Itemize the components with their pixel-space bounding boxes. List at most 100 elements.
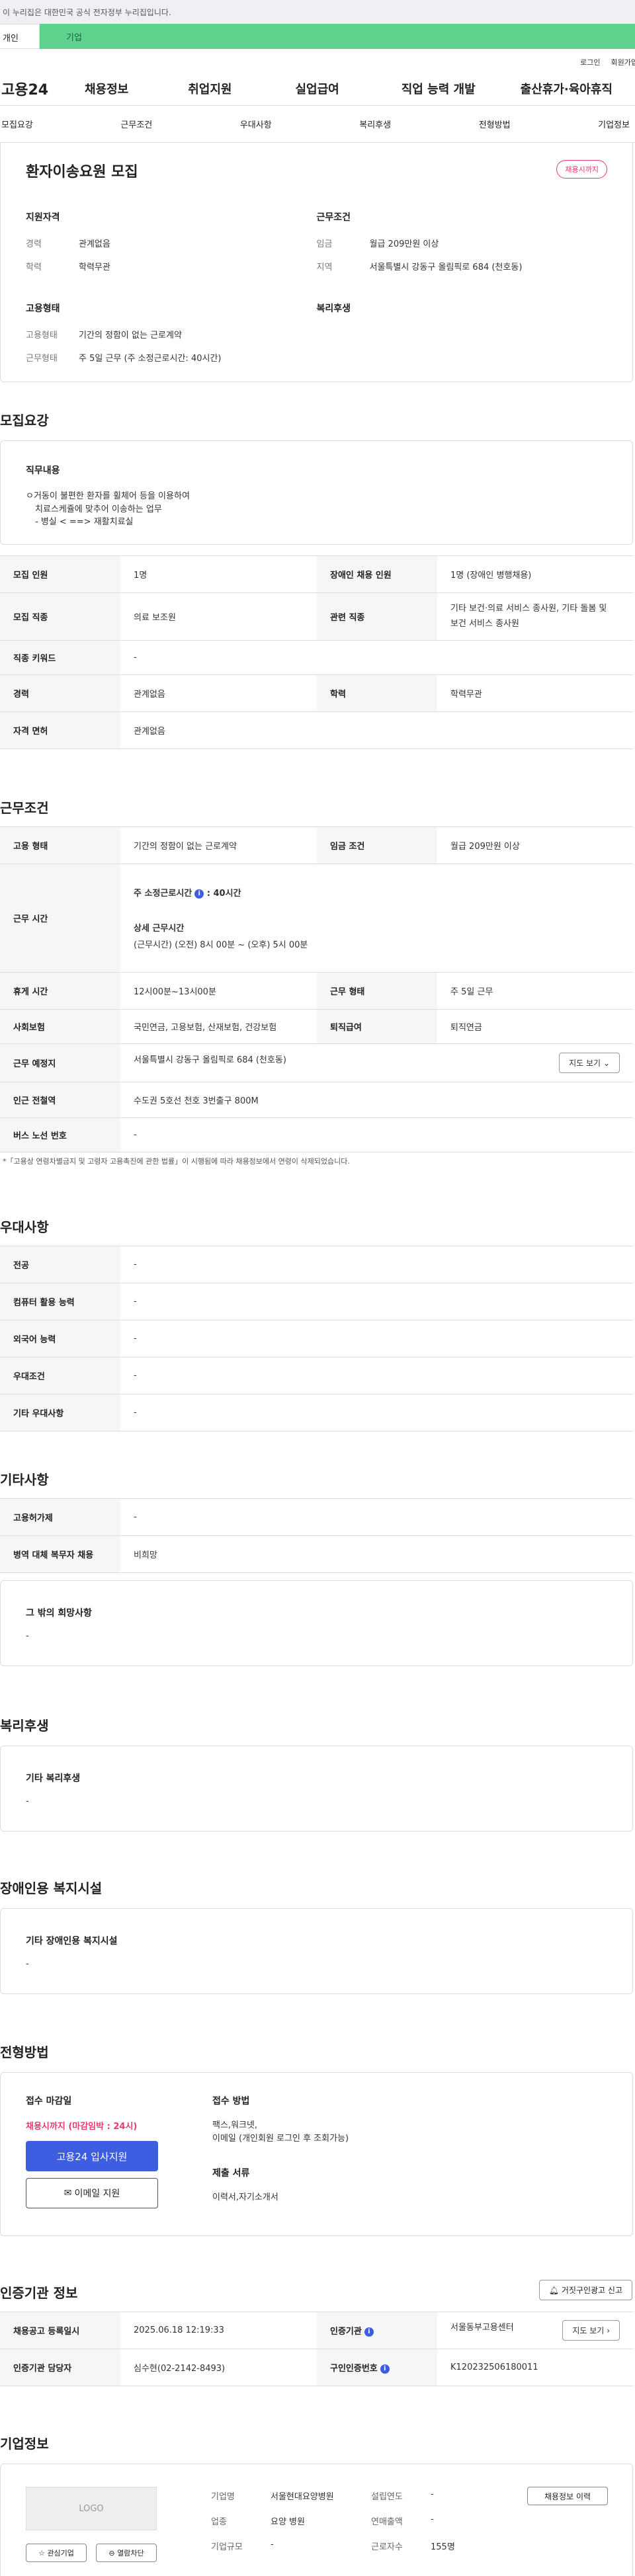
report-button[interactable]: 🔔︎ 거짓구인광고 신고 bbox=[538, 2280, 632, 2300]
severance-value: 퇴직연금 bbox=[437, 1009, 633, 1044]
job-title: 환자이송요원 모집 bbox=[26, 164, 138, 181]
docs-value: 이력서,자기소개서 bbox=[212, 2193, 278, 2202]
welfare-box-value: - bbox=[26, 1796, 29, 1806]
agency-label: 인증기관 i bbox=[317, 2312, 437, 2349]
subnav-work[interactable]: 근무조건 bbox=[120, 118, 152, 130]
career-label: 경력 bbox=[26, 239, 42, 249]
apply-button[interactable]: 고용24 입사지원 bbox=[26, 2141, 158, 2171]
chevron-right-icon: › bbox=[607, 2326, 610, 2335]
duty-line-1: ㅇ거동이 불편한 환자를 휠체어 등을 이용하여 bbox=[26, 491, 190, 501]
agency-map-button[interactable]: 지도 보기 › bbox=[562, 2320, 620, 2341]
permit-value: - bbox=[120, 1498, 633, 1536]
wish-value: - bbox=[26, 1631, 29, 1641]
wish-box: 그 밖의 희망사항 - bbox=[0, 1580, 633, 1666]
conditions-heading: 근무조건 bbox=[316, 212, 351, 223]
manager-label: 인증기관 담당자 bbox=[0, 2349, 120, 2386]
related-label: 관련 직종 bbox=[317, 592, 437, 641]
gnb-menu-employment-support[interactable]: 취업지원 bbox=[188, 80, 232, 97]
education-label: 학력 bbox=[26, 262, 42, 272]
military-label: 병역 대체 복무자 채용 bbox=[0, 1535, 120, 1573]
age-notice: *「고용상 연령차별금지 및 고령자 고용촉진에 관한 법률」이 시행됨에 따라… bbox=[3, 1157, 350, 1166]
area-label: 지역 bbox=[316, 262, 333, 272]
recruit-section-title: 모집요강 bbox=[0, 413, 49, 428]
member-type-tabs: 개인 기업 bbox=[0, 24, 635, 49]
r-career-label: 경력 bbox=[0, 674, 120, 712]
station-label: 인근 전철역 bbox=[0, 1082, 120, 1118]
subnav-welfare[interactable]: 복리후생 bbox=[359, 118, 391, 130]
gnb-menu-vocational-training[interactable]: 직업 능력 개발 bbox=[402, 80, 476, 97]
w-emptype-label: 고용 형태 bbox=[0, 826, 120, 864]
global-nav: 고용24 채용정보 취업지원 실업급여 직업 능력 개발 출산휴가·육아휴직 bbox=[0, 71, 635, 106]
corp-name-label: 기업명 bbox=[211, 2492, 235, 2502]
email-apply-label: 이메일 지원 bbox=[74, 2189, 120, 2199]
login-link[interactable]: 로그인 bbox=[580, 57, 600, 71]
rest-value: 12시00분~13시00분 bbox=[120, 972, 317, 1010]
keyword-value: - bbox=[120, 640, 633, 675]
corp-section-title: 기업정보 bbox=[0, 2436, 49, 2452]
weekly-hours-value: : 40시간 bbox=[206, 889, 241, 899]
corp-year-value: - bbox=[431, 2489, 434, 2499]
deadline-value: 채용시까지 (마감임박 : 24시) bbox=[26, 2122, 138, 2132]
favorite-button[interactable]: ☆ 관심기업 bbox=[26, 2544, 87, 2562]
agency-map-label: 지도 보기 bbox=[572, 2326, 605, 2335]
subnav-recruit[interactable]: 모집요강 bbox=[1, 118, 33, 130]
subnav-company[interactable]: 기업정보 bbox=[598, 118, 630, 130]
keyword-label: 직종 키워드 bbox=[0, 640, 120, 675]
place-label: 근무 예정지 bbox=[0, 1043, 120, 1082]
cert-table: 채용공고 등록일시 2025.06.18 12:19:33 인증기관 i 서울동부고용센… bbox=[0, 2312, 633, 2386]
bell-icon: 🔔︎ bbox=[548, 2286, 560, 2295]
detail-hours-value: (근무시간) (오전) 8시 00분 ~ (오후) 5시 00분 bbox=[134, 940, 308, 950]
favorite-label: 관심기업 bbox=[47, 2549, 74, 2557]
info-icon[interactable]: i bbox=[194, 889, 204, 899]
welfare-section-title: 복리후생 bbox=[0, 1718, 49, 1734]
corp-sales-label: 연매출액 bbox=[371, 2517, 403, 2527]
bus-value: - bbox=[120, 1117, 633, 1152]
corp-size-value: - bbox=[271, 2540, 274, 2550]
method-line-2: 이메일 (개인회원 로그인 후 조회가능) bbox=[212, 2133, 349, 2144]
method-heading: 접수 방법 bbox=[212, 2096, 250, 2107]
join-link[interactable]: 회원가입 bbox=[611, 57, 635, 71]
map-button-label: 지도 보기 bbox=[569, 1059, 601, 1068]
email-apply-button[interactable]: ✉ 이메일 지원 bbox=[26, 2178, 158, 2208]
pref-cond-label: 우대조건 bbox=[0, 1357, 120, 1394]
emptype-label: 고용형태 bbox=[26, 331, 58, 341]
weekly-hours: 주 소정근로시간 i : 40시간 bbox=[134, 886, 620, 899]
wage-value: 월급 209만원 이상 bbox=[369, 239, 439, 249]
manager-value: 심수현(02-2142-8493) bbox=[120, 2349, 317, 2386]
docs-heading: 제출 서류 bbox=[212, 2168, 250, 2179]
qualification-heading: 지원자격 bbox=[26, 212, 60, 223]
severance-label: 퇴직급여 bbox=[317, 1009, 437, 1044]
reg-value: 2025.06.18 12:19:33 bbox=[120, 2312, 317, 2349]
report-button-label: 거짓구인광고 신고 bbox=[561, 2286, 622, 2295]
work-table: 고용 형태 기간의 정함이 없는 근로계약 임금 조건 월급 209만원 이상 근무 … bbox=[0, 826, 633, 1152]
block-button[interactable]: ⊖ 열람차단 bbox=[96, 2544, 157, 2562]
w-wage-label: 임금 조건 bbox=[317, 826, 437, 864]
gnb-menu-jobs[interactable]: 채용정보 bbox=[85, 80, 128, 97]
tab-individual[interactable]: 개인 bbox=[0, 24, 40, 49]
etc-table: 고용허가제 - 병역 대체 복무자 채용 비희망 bbox=[0, 1498, 633, 1573]
site-logo[interactable]: 고용24 bbox=[0, 78, 65, 99]
subnav-process[interactable]: 전형방법 bbox=[479, 118, 511, 130]
worktype-label: 근무형태 bbox=[26, 354, 58, 364]
tab-company[interactable]: 기업 bbox=[40, 24, 635, 49]
w-wage-value: 월급 209만원 이상 bbox=[437, 826, 633, 864]
pref-etc-label: 기타 우대사항 bbox=[0, 1394, 120, 1431]
info-icon[interactable]: i bbox=[380, 2364, 390, 2374]
license-label: 자격 면허 bbox=[0, 711, 120, 749]
gnb-menu-parental-leave[interactable]: 출산휴가·육아휴직 bbox=[521, 80, 613, 97]
agency-label-text: 인증기관 bbox=[330, 2327, 362, 2337]
gov-notice-bar: 이 누리집은 대한민국 공식 전자정부 누리집입니다. bbox=[0, 0, 635, 24]
subnav-preference[interactable]: 우대사항 bbox=[240, 118, 272, 130]
info-icon[interactable]: i bbox=[364, 2327, 374, 2337]
cert-section-title: 인증기관 정보 bbox=[0, 2285, 78, 2301]
map-button[interactable]: 지도 보기 ⌄ bbox=[559, 1053, 620, 1073]
job-summary-card: 환자이송요원 모집 채용시까지 지원자격 경력 관계없음 학력 학력무관 고용형태 … bbox=[0, 143, 633, 382]
method-line-1: 팩스,워크넷, bbox=[212, 2120, 258, 2130]
history-button[interactable]: 채용정보 이력 bbox=[527, 2487, 608, 2505]
gnb-menu-unemployment-benefit[interactable]: 실업급여 bbox=[296, 80, 339, 97]
station-value: 수도권 5호선 천호 3번출구 800M bbox=[120, 1082, 633, 1118]
count-value: 1명 bbox=[120, 555, 317, 593]
certno-label: 구인인증번호 i bbox=[317, 2349, 437, 2386]
emptype-value: 기간의 정함이 없는 근로계약 bbox=[79, 331, 182, 341]
major-value: - bbox=[120, 1246, 633, 1283]
